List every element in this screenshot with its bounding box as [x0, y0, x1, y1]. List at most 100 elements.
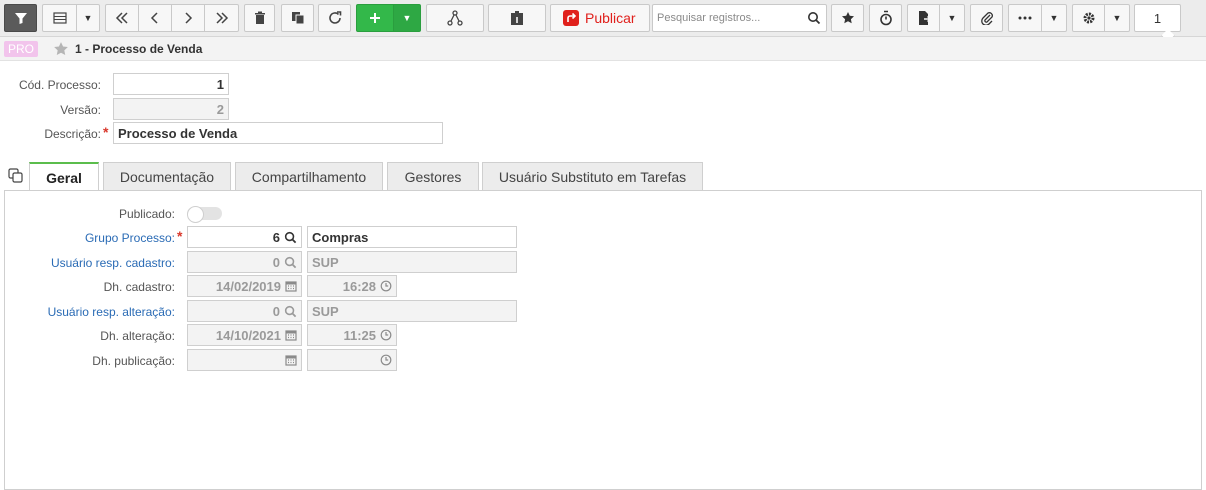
tab-geral[interactable]: Geral: [29, 162, 99, 192]
dh-alteracao-date-field: 14/10/2021: [187, 324, 302, 346]
dh-alteracao-label: Dh. alteração:: [100, 329, 175, 343]
list-view-dropdown[interactable]: ▼: [76, 4, 100, 32]
calendar-icon: [285, 280, 297, 292]
search-icon[interactable]: [807, 11, 821, 28]
calendar-icon: [285, 354, 297, 366]
prev-icon: [150, 12, 160, 24]
dh-cadastro-time-field: 16:28: [307, 275, 397, 297]
clock-icon: [380, 354, 392, 366]
publicado-toggle[interactable]: [187, 206, 222, 223]
next-record-button[interactable]: [171, 4, 205, 32]
search-icon: [284, 256, 297, 269]
gear-icon: [1082, 11, 1096, 25]
module-badge: PRO: [4, 41, 39, 57]
workflow-icon: [447, 10, 463, 26]
usuario-resp-cadastro-label[interactable]: Usuário resp. cadastro:: [25, 256, 175, 270]
dh-alteracao-time-field: 11:25: [307, 324, 397, 346]
descricao-field[interactable]: Processo de Venda: [113, 122, 443, 144]
delete-button[interactable]: [244, 4, 275, 32]
refresh-button[interactable]: [318, 4, 351, 32]
usuario-resp-alteracao-name-field: SUP: [307, 300, 517, 322]
settings-dropdown[interactable]: ▼: [1104, 4, 1130, 32]
list-view-button[interactable]: [42, 4, 77, 32]
workflow-button[interactable]: [426, 4, 484, 32]
usuario-resp-cadastro-code-field: 0: [187, 251, 302, 273]
first-record-button[interactable]: [105, 4, 139, 32]
usuario-resp-cadastro-code: 0: [272, 254, 280, 270]
clock-icon: [380, 329, 392, 341]
descricao-label: Descrição:: [44, 127, 101, 141]
next-icon: [183, 12, 193, 24]
versao-label: Versão:: [60, 103, 101, 117]
last-icon: [215, 12, 229, 24]
plus-icon: [369, 12, 381, 24]
refresh-icon: [328, 11, 342, 25]
chevron-down-icon: ▼: [1112, 13, 1122, 23]
grupo-processo-label[interactable]: Grupo Processo:: [25, 231, 175, 245]
copy-tabs-icon[interactable]: [8, 168, 23, 186]
grupo-processo-code: 6: [272, 229, 280, 245]
tab-panel-geral: [4, 190, 1202, 490]
last-record-button[interactable]: [204, 4, 239, 32]
tab-usuario-substituto[interactable]: Usuário Substituto em Tarefas: [482, 162, 703, 191]
tab-compartilhamento[interactable]: Compartilhamento: [235, 162, 383, 191]
required-marker: *: [103, 124, 109, 140]
dh-publicacao-date-field: [187, 349, 302, 371]
grupo-processo-name-field[interactable]: Compras: [307, 226, 517, 248]
export-button[interactable]: [907, 4, 940, 32]
usuario-resp-alteracao-code: 0: [272, 303, 280, 319]
dh-publicacao-label: Dh. publicação:: [92, 354, 175, 368]
star-icon[interactable]: [53, 41, 69, 60]
chevron-down-icon: ▼: [1049, 13, 1059, 23]
usuario-resp-alteracao-label[interactable]: Usuário resp. alteração:: [25, 305, 175, 319]
dh-publicacao-time-field: [307, 349, 397, 371]
page-title: 1 - Processo de Venda: [75, 42, 203, 56]
first-icon: [115, 12, 129, 24]
calendar-icon: [285, 329, 297, 341]
duplicate-button[interactable]: [281, 4, 314, 32]
page-number[interactable]: 1: [1134, 4, 1181, 32]
usuario-resp-alteracao-code-field: 0: [187, 300, 302, 322]
cod-processo-field[interactable]: 1: [113, 73, 229, 95]
dh-alteracao-date: 14/10/2021: [215, 327, 281, 343]
more-icon: [1018, 16, 1032, 20]
search-icon: [284, 305, 297, 318]
list-icon: [52, 12, 67, 24]
star-icon: [841, 11, 855, 25]
required-marker: *: [177, 228, 183, 244]
publish-button[interactable]: Publicar: [550, 4, 650, 32]
dh-alteracao-time: 11:25: [343, 327, 376, 343]
more-button[interactable]: [1008, 4, 1042, 32]
info-card-icon: [509, 10, 525, 26]
filter-button[interactable]: [4, 4, 37, 32]
chevron-down-icon: ▼: [947, 13, 957, 23]
search-icon[interactable]: [284, 231, 297, 244]
chevron-down-icon: ▼: [402, 13, 412, 23]
breadcrumb: PRO 1 - Processo de Venda: [0, 37, 1206, 61]
favorite-button[interactable]: [831, 4, 864, 32]
info-card-button[interactable]: [488, 4, 546, 32]
timer-button[interactable]: [869, 4, 902, 32]
tab-documentacao[interactable]: Documentação: [103, 162, 231, 191]
search-input[interactable]: [653, 5, 803, 31]
export-icon: [917, 10, 931, 26]
settings-button[interactable]: [1072, 4, 1105, 32]
chevron-down-icon: ▼: [83, 13, 93, 23]
paperclip-icon: [980, 11, 994, 25]
clock-icon: [380, 280, 392, 292]
dh-cadastro-time: 16:28: [342, 278, 376, 294]
add-dropdown[interactable]: ▼: [393, 4, 421, 32]
tab-gestores[interactable]: Gestores: [387, 162, 479, 191]
publish-icon: [563, 10, 579, 26]
more-dropdown[interactable]: ▼: [1041, 4, 1067, 32]
dh-cadastro-date-field: 14/02/2019: [187, 275, 302, 297]
export-dropdown[interactable]: ▼: [939, 4, 965, 32]
trash-icon: [254, 11, 266, 25]
usuario-resp-cadastro-name-field: SUP: [307, 251, 517, 273]
add-button[interactable]: [356, 4, 394, 32]
stopwatch-icon: [879, 10, 893, 26]
attachments-button[interactable]: [970, 4, 1003, 32]
grupo-processo-code-field[interactable]: 6: [187, 226, 302, 248]
prev-record-button[interactable]: [138, 4, 172, 32]
search-box[interactable]: [652, 4, 827, 32]
